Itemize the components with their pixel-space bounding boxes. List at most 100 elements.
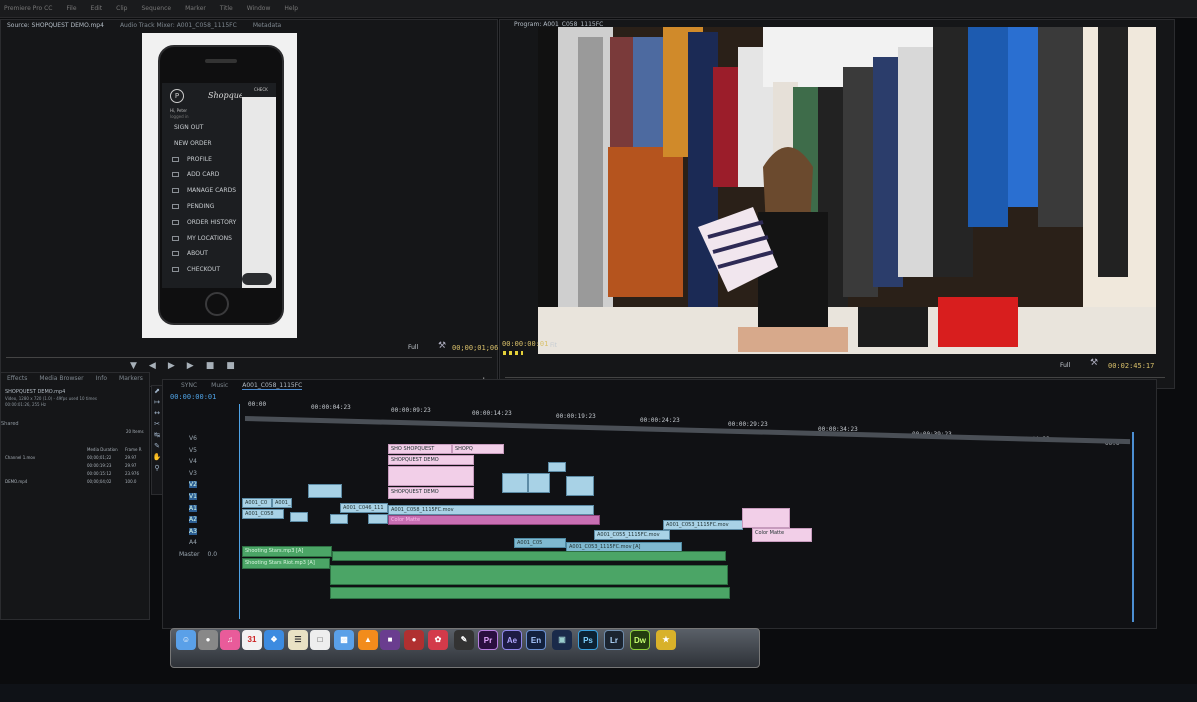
premiere-icon[interactable]: Pr [478, 630, 498, 650]
tab-sequence[interactable]: A001_C058_1115FC [242, 382, 303, 390]
tab-source[interactable]: Source: SHOPQUEST DEMO.mp4 [7, 22, 104, 30]
clip-v4-small[interactable] [548, 462, 566, 472]
playhead-line[interactable] [239, 404, 240, 619]
col-media-duration[interactable]: Media Duration [87, 447, 118, 452]
after-effects-icon[interactable]: Ae [502, 630, 522, 650]
encore-icon[interactable]: En [526, 630, 546, 650]
track-v6[interactable]: V6 [175, 433, 235, 445]
menu-file[interactable]: File [66, 5, 76, 17]
clip-v1-c[interactable]: A001_C058 [242, 509, 284, 519]
step-back-icon[interactable]: ◀ [149, 361, 156, 371]
photoshop-icon[interactable]: Ps [578, 630, 598, 650]
tab-markers[interactable]: Markers [119, 375, 143, 383]
ripple-tool-icon[interactable]: ↔ [152, 408, 162, 419]
menu-title[interactable]: Title [220, 5, 233, 17]
misc-app-icon[interactable]: ★ [656, 630, 676, 650]
clip-v5-b[interactable]: SHOPQ [452, 444, 504, 454]
clip-v3-a[interactable] [502, 473, 528, 493]
clip-color-matte-a[interactable]: Color Matte [388, 515, 600, 525]
clip-v1-e[interactable]: A001_C058_1115FC.mov [388, 505, 594, 515]
clip-a4-ext[interactable] [330, 565, 728, 585]
menu-edit[interactable]: Edit [91, 5, 103, 17]
clip-v4-block[interactable] [388, 466, 474, 486]
phone-menu-manage-cards[interactable]: MANAGE CARDS [162, 183, 242, 199]
overwrite-icon[interactable]: ■ [226, 361, 235, 371]
dreamweaver-icon[interactable]: Dw [630, 630, 650, 650]
project-row[interactable]: 00:00:19:23 29.97 [1, 463, 151, 471]
clip-v3-c[interactable] [566, 476, 594, 496]
clip-a4-tail[interactable] [330, 587, 730, 599]
source-fit-select[interactable]: Full [408, 344, 418, 351]
track-a3[interactable]: A3 [175, 526, 235, 538]
menu-app[interactable]: Premiere Pro CC [4, 5, 52, 17]
vlc-icon[interactable]: ▲ [358, 630, 378, 650]
menu-marker[interactable]: Marker [185, 5, 206, 17]
program-fit-select[interactable]: Fit [550, 342, 557, 349]
track-master[interactable]: Master 0.0 [175, 549, 235, 561]
track-v4[interactable]: V4 [175, 456, 235, 468]
document-icon[interactable]: □ [310, 630, 330, 650]
clip-v3-b[interactable] [528, 473, 550, 493]
itunes-icon[interactable]: ♫ [220, 630, 240, 650]
menu-clip[interactable]: Clip [116, 5, 127, 17]
clip-v2-a[interactable] [308, 484, 342, 498]
col-frame-rate[interactable]: Frame R [125, 447, 142, 452]
track-a2[interactable]: A2 [175, 514, 235, 526]
clip-v1-f[interactable]: A001_C053_1115FC.mov [663, 520, 743, 530]
program-settings-icon[interactable]: ⚒ [1090, 358, 1098, 368]
record-icon[interactable]: ● [404, 630, 424, 650]
phone-menu-pending[interactable]: PENDING [162, 199, 242, 215]
menu-help[interactable]: Help [284, 5, 298, 17]
notes-icon[interactable]: ☰ [288, 630, 308, 650]
razor-tool-icon[interactable]: ✂ [152, 419, 162, 430]
clip-pink-box[interactable] [742, 508, 790, 528]
menu-window[interactable]: Window [247, 5, 271, 17]
mark-in-icon[interactable]: ▼ [130, 361, 137, 371]
zoom-tool-icon[interactable]: ⚲ [152, 463, 162, 474]
track-a1[interactable]: A1 [175, 503, 235, 515]
menu-sequence[interactable]: Sequence [142, 5, 172, 17]
davinci-icon[interactable]: ✿ [428, 630, 448, 650]
clip-v5-a[interactable]: SHO SHOPQUEST [388, 444, 452, 454]
phone-menu-order-history[interactable]: ORDER HISTORY [162, 215, 242, 231]
program-quality-select[interactable]: Full [1060, 362, 1070, 369]
finder-icon[interactable]: ☺ [176, 630, 196, 650]
phone-menu-my-locations[interactable]: MY LOCATIONS [162, 231, 242, 247]
phone-menu-profile[interactable]: PROFILE [162, 152, 242, 168]
project-folder[interactable]: Shared [1, 421, 19, 427]
safari-icon[interactable]: ❖ [264, 630, 284, 650]
source-settings-icon[interactable]: ⚒ [438, 341, 446, 351]
clip-v4-a[interactable]: SHOPQUEST DEMO [388, 455, 474, 465]
tab-info[interactable]: Info [96, 375, 107, 383]
project-row[interactable]: DEMO.mp4 00;00;04;02 100.0 [1, 479, 151, 487]
clip-color-matte-b[interactable]: Color Matte [752, 528, 812, 542]
step-forward-icon[interactable]: ▶ [187, 361, 194, 371]
clip-a3-ext[interactable] [332, 551, 726, 561]
tab-audio-mixer[interactable]: Audio Track Mixer: A001_C058_1115FC [120, 22, 237, 30]
clip-v3-demo[interactable]: SHOPQUEST DEMO [388, 487, 474, 499]
track-v5[interactable]: V5 [175, 445, 235, 457]
play-icon[interactable]: ▶ [168, 361, 175, 371]
selection-tool-icon[interactable]: ⬈ [152, 386, 162, 397]
clip-v1-small2[interactable] [330, 514, 348, 524]
hand-tool-icon[interactable]: ✋ [152, 452, 162, 463]
tab-sync[interactable]: SYNC [181, 382, 197, 390]
phone-menu-new-order[interactable]: NEW ORDER [162, 136, 242, 152]
track-v1[interactable]: V1 [175, 491, 235, 503]
slip-tool-icon[interactable]: ↹ [152, 430, 162, 441]
phone-menu-add-card[interactable]: ADD CARD [162, 167, 242, 183]
clip-a4[interactable]: Shooting Stars Riot.mp3 [A] [242, 558, 330, 569]
archive-icon[interactable]: ■ [380, 630, 400, 650]
clip-v1-d[interactable]: A001_C046_111 [340, 503, 388, 513]
clip-a3[interactable]: Shooting Stars.mp3 [A] [242, 546, 332, 557]
program-scrubber[interactable] [505, 372, 1165, 378]
tab-metadata[interactable]: Metadata [253, 22, 281, 30]
clip-a1[interactable]: A001_C055_1115FC.mov [594, 530, 670, 540]
clapper-icon[interactable]: ✎ [454, 630, 474, 650]
program-timecode-out[interactable]: 00:02:45:17 [1108, 362, 1154, 370]
clip-v1-small[interactable] [290, 512, 308, 522]
tab-effects[interactable]: Effects [7, 375, 27, 383]
calendar-icon[interactable]: 31 [242, 630, 262, 650]
source-scrubber[interactable] [6, 352, 492, 358]
timeline-playhead-timecode[interactable]: 00:00:00:01 [170, 393, 216, 401]
